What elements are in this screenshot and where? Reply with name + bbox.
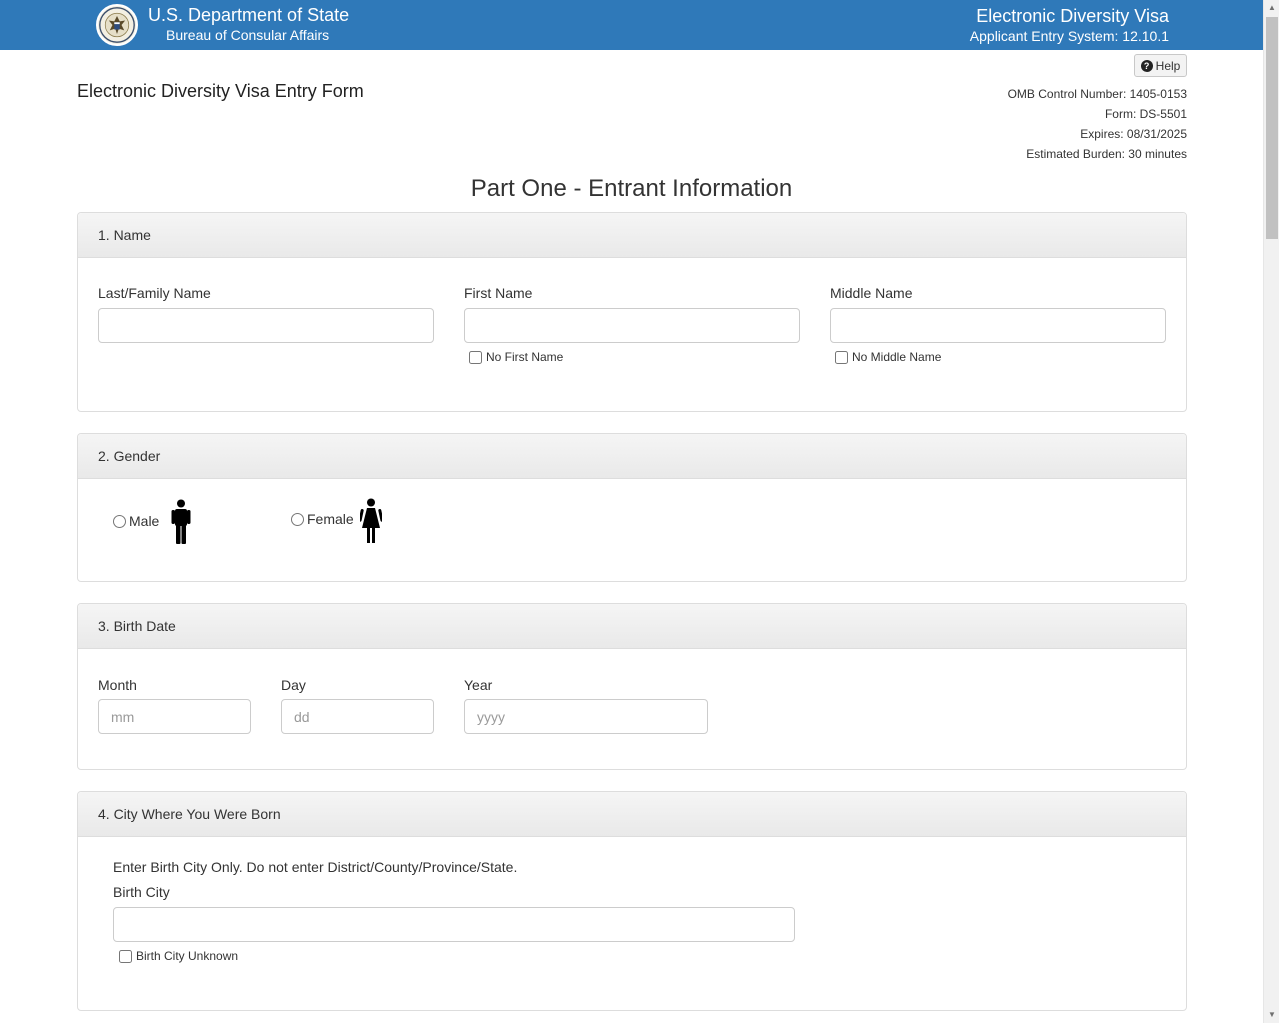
estimated-burden: Estimated Burden: 30 minutes bbox=[1026, 147, 1187, 161]
birth-month-input[interactable] bbox=[98, 699, 251, 734]
day-label: Day bbox=[281, 677, 306, 693]
form-number: Form: DS-5501 bbox=[1104, 107, 1187, 121]
vertical-scrollbar[interactable]: ▲ ▼ bbox=[1263, 0, 1279, 1023]
male-figure-icon bbox=[171, 499, 191, 544]
female-figure-icon bbox=[360, 498, 382, 543]
birth-year-input[interactable] bbox=[464, 699, 708, 734]
department-seal-icon bbox=[96, 4, 138, 46]
birth-city-input[interactable] bbox=[113, 907, 795, 942]
name-panel-heading: 1. Name bbox=[78, 213, 1186, 258]
question-circle-icon: ? bbox=[1140, 59, 1153, 72]
no-first-name-checkbox-box[interactable] bbox=[469, 350, 482, 364]
gender-panel: 2. Gender Male Female bbox=[77, 433, 1187, 582]
department-name: U.S. Department of State bbox=[148, 5, 350, 25]
scroll-up-arrow-icon[interactable]: ▲ bbox=[1264, 0, 1279, 16]
birth-date-panel-heading: 3. Birth Date bbox=[78, 604, 1186, 649]
birth-city-panel: 4. City Where You Were Born Enter Birth … bbox=[77, 791, 1187, 1011]
middle-name-label: Middle Name bbox=[830, 285, 913, 301]
female-radio[interactable]: Female bbox=[291, 511, 354, 527]
birth-city-unknown-checkbox[interactable]: Birth City Unknown bbox=[119, 949, 238, 963]
male-radio-button[interactable] bbox=[113, 514, 126, 528]
female-radio-button[interactable] bbox=[291, 512, 304, 526]
male-radio[interactable]: Male bbox=[113, 513, 159, 529]
bureau-name: Bureau of Consular Affairs bbox=[166, 27, 330, 43]
gender-panel-heading: 2. Gender bbox=[78, 434, 1186, 479]
form-title: Electronic Diversity Visa Entry Form bbox=[77, 81, 364, 101]
part-title: Part One - Entrant Information bbox=[470, 175, 793, 202]
form-metadata: OMB Control Number: 1405-0153 Form: DS-5… bbox=[1008, 84, 1187, 164]
expiration-date: Expires: 08/31/2025 bbox=[1080, 127, 1187, 141]
page: U.S. Department of State Bureau of Consu… bbox=[0, 0, 1279, 1023]
birth-city-unknown-checkbox-box[interactable] bbox=[119, 949, 132, 963]
no-first-name-label: No First Name bbox=[486, 350, 564, 364]
system-title: Electronic Diversity Visa bbox=[976, 6, 1169, 26]
month-label: Month bbox=[98, 677, 137, 693]
male-label: Male bbox=[129, 513, 160, 529]
no-first-name-checkbox[interactable]: No First Name bbox=[469, 350, 563, 364]
no-middle-name-checkbox-box[interactable] bbox=[835, 350, 848, 364]
system-version: Applicant Entry System: 12.10.1 bbox=[969, 28, 1169, 44]
birth-city-unknown-label: Birth City Unknown bbox=[136, 949, 239, 963]
first-name-input[interactable] bbox=[464, 308, 800, 343]
year-label: Year bbox=[464, 677, 493, 693]
birth-date-panel: 3. Birth Date Month Day Year bbox=[77, 603, 1187, 770]
middle-name-input[interactable] bbox=[830, 308, 1166, 343]
name-panel: 1. Name Last/Family Name First Name No F… bbox=[77, 212, 1187, 412]
birth-day-input[interactable] bbox=[281, 699, 434, 734]
scroll-thumb[interactable] bbox=[1266, 17, 1278, 239]
birth-city-panel-heading: 4. City Where You Were Born bbox=[78, 792, 1186, 837]
site-header: U.S. Department of State Bureau of Consu… bbox=[0, 0, 1263, 50]
last-name-input[interactable] bbox=[98, 308, 434, 343]
birth-city-label: Birth City bbox=[113, 884, 170, 900]
first-name-label: First Name bbox=[464, 285, 533, 301]
scroll-down-arrow-icon[interactable]: ▼ bbox=[1264, 1007, 1279, 1023]
no-middle-name-checkbox[interactable]: No Middle Name bbox=[835, 350, 941, 364]
birth-city-instruction: Enter Birth City Only. Do not enter Dist… bbox=[113, 859, 518, 875]
female-label: Female bbox=[307, 511, 354, 527]
omb-control-number: OMB Control Number: 1405-0153 bbox=[1007, 87, 1187, 101]
no-middle-name-label: No Middle Name bbox=[852, 350, 942, 364]
help-button[interactable]: ? Help bbox=[1134, 54, 1187, 77]
last-name-label: Last/Family Name bbox=[98, 285, 211, 301]
help-label: Help bbox=[1155, 58, 1181, 73]
